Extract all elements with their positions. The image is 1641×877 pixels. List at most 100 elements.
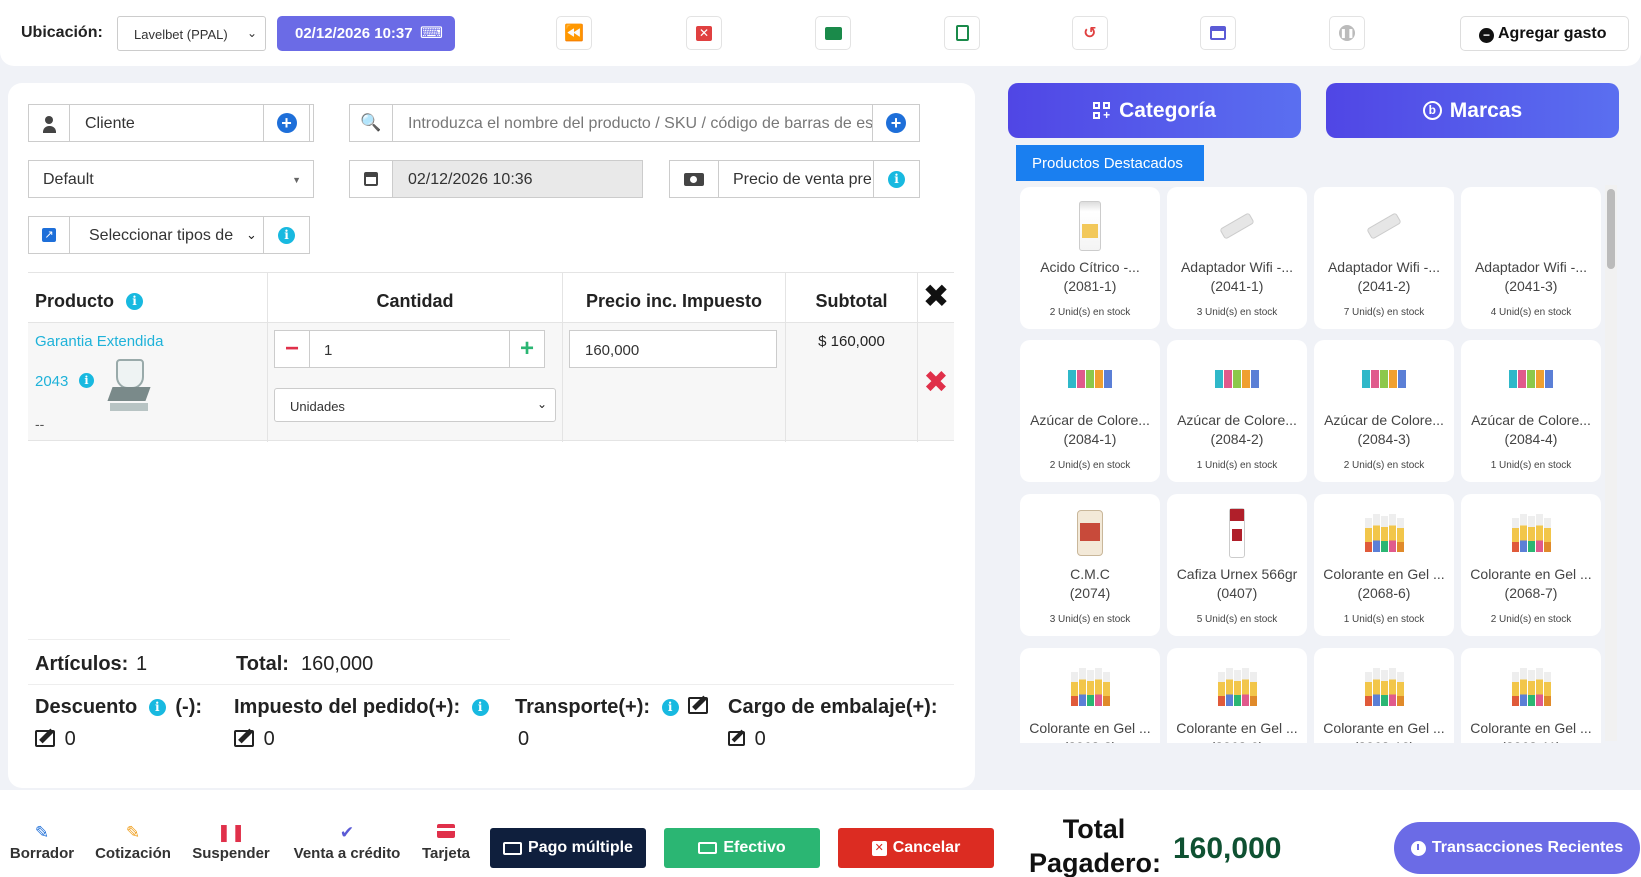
product-column-header: Producto i	[28, 273, 268, 323]
edit-icon[interactable]	[688, 695, 709, 714]
unit-select[interactable]: Unidades ⌄	[274, 388, 556, 422]
product-card-name: Colorante en Gel ...	[1470, 566, 1592, 582]
cancel-button[interactable]: ✕ Cancelar	[838, 828, 994, 868]
suspend-button[interactable]: ❚❚ Suspender	[188, 823, 274, 862]
product-card[interactable]: Adaptador Wifi -... (2041-3) 4 Unid(s) en …	[1461, 187, 1601, 329]
discount-label: Descuento i (-):	[35, 696, 202, 719]
product-card[interactable]: Azúcar de Colore... (2084-4) 1 Unid(s) en …	[1461, 340, 1601, 482]
product-card-code: (2074)	[1069, 585, 1111, 601]
product-card[interactable]: C.M.C (2074) 3 Unid(s) en stock	[1020, 494, 1160, 636]
product-name-link[interactable]: Garantia Extendida	[35, 333, 163, 350]
plus-circle-icon: +	[886, 113, 906, 133]
info-icon[interactable]: i	[471, 699, 489, 716]
info-icon[interactable]: i	[126, 293, 144, 310]
packing-charge-value: 0	[754, 728, 766, 750]
unit-price-input[interactable]: 160,000	[569, 330, 777, 368]
product-image	[1167, 658, 1307, 716]
product-card[interactable]: Colorante en Gel ... (2068-10)	[1314, 648, 1454, 743]
product-grid-scrollbar[interactable]	[1605, 185, 1617, 741]
total-value: 160,000	[301, 653, 374, 675]
datetime-button[interactable]: 02/12/2026 10:37 ⌨	[277, 16, 455, 51]
credit-sale-button[interactable]: ✔ Venta a crédito	[287, 823, 407, 862]
location-select[interactable]: Lavelbet (PPAL) ⌄	[117, 16, 266, 51]
product-card-name: Azúcar de Colore...	[1471, 412, 1591, 428]
close-register-button[interactable]: ✕	[686, 16, 722, 50]
edit-icon	[35, 728, 55, 747]
product-card-name: C.M.C	[1070, 566, 1110, 582]
selling-price-info-button[interactable]: i	[873, 160, 920, 198]
price-group-select[interactable]: Default ▼	[28, 160, 314, 198]
info-icon[interactable]: i	[661, 699, 679, 716]
top-bar: Ubicación: Lavelbet (PPAL) ⌄ 02/12/2026 …	[0, 0, 1641, 66]
add-expense-button[interactable]: − Agregar gasto	[1460, 16, 1629, 51]
product-card-stock: 3 Unid(s) en stock	[1196, 307, 1278, 318]
money-bill-icon	[698, 842, 718, 854]
info-icon[interactable]: i	[79, 373, 94, 388]
product-card[interactable]: Colorante en Gel ... (2068-7) 2 Unid(s) en…	[1461, 494, 1601, 636]
quantity-input[interactable]: 1	[309, 330, 510, 368]
calculator-button[interactable]	[944, 16, 980, 50]
product-note: --	[35, 416, 45, 432]
draft-button[interactable]: ✎ Borrador	[8, 823, 76, 862]
product-cell: Garantia Extendida 2043 i --	[28, 323, 268, 442]
product-card-name: Adaptador Wifi -...	[1474, 259, 1588, 275]
location-label: Ubicación:	[21, 24, 103, 41]
rewind-button[interactable]: ⏪	[556, 16, 592, 50]
product-card[interactable]: Adaptador Wifi -... (2041-2) 7 Unid(s) en …	[1314, 187, 1454, 329]
product-card[interactable]: Azúcar de Colore... (2084-2) 1 Unid(s) en …	[1167, 340, 1307, 482]
category-tab[interactable]: + Categoría	[1008, 83, 1301, 138]
credit-card-icon	[418, 823, 474, 843]
brands-tab[interactable]: b Marcas	[1326, 83, 1619, 138]
multiple-payment-button[interactable]: Pago múltiple	[490, 828, 646, 868]
product-card[interactable]: Colorante en Gel ... (2068-8)	[1020, 648, 1160, 743]
order-tax-edit[interactable]: 0	[234, 728, 275, 751]
recent-transactions-button[interactable]: Transacciones Recientes	[1394, 822, 1640, 874]
product-card[interactable]: Colorante en Gel ... (2068-6) 1 Unid(s) en…	[1314, 494, 1454, 636]
window-icon	[1210, 26, 1226, 40]
product-card-name: Colorante en Gel ...	[1176, 720, 1298, 736]
product-card[interactable]: Azúcar de Colore... (2084-1) 2 Unid(s) en …	[1020, 340, 1160, 482]
featured-products-tab[interactable]: Productos Destacados	[1016, 145, 1204, 181]
remove-column-x-icon: ✖	[922, 278, 950, 314]
cash-button[interactable]: Efectivo	[664, 828, 820, 868]
grid-plus-icon: +	[1093, 101, 1111, 121]
brand-b-icon: b	[1422, 101, 1442, 120]
quotation-button[interactable]: ✎ Cotización	[92, 823, 174, 862]
scrollbar-thumb[interactable]	[1607, 189, 1615, 269]
service-types-info-button[interactable]: i	[263, 216, 310, 254]
product-card[interactable]: Acido Cítrico -... (2081-1) 2 Unid(s) en s…	[1020, 187, 1160, 329]
add-customer-button[interactable]: +	[263, 104, 310, 142]
card-button[interactable]: Tarjeta	[418, 823, 474, 862]
fullscreen-button[interactable]	[1200, 16, 1236, 50]
product-card[interactable]: Colorante en Gel ... (2068-11)	[1461, 648, 1601, 743]
product-image	[1314, 504, 1454, 562]
packing-charge-edit[interactable]: 0	[728, 728, 766, 751]
add-product-button[interactable]: +	[872, 104, 920, 142]
card-label: Tarjeta	[421, 845, 471, 862]
increase-quantity-button[interactable]: +	[509, 330, 545, 368]
plus-circle-icon: +	[276, 113, 297, 133]
product-card[interactable]: Azúcar de Colore... (2084-3) 2 Unid(s) en …	[1314, 340, 1454, 482]
product-code-link[interactable]: 2043	[35, 373, 68, 390]
product-card-name: Azúcar de Colore...	[1030, 412, 1150, 428]
product-card[interactable]: Colorante en Gel ... (2068-9)	[1167, 648, 1307, 743]
product-image	[1461, 658, 1601, 716]
product-card-stock: 4 Unid(s) en stock	[1490, 307, 1572, 318]
remove-row-x-icon[interactable]: ✖	[918, 323, 954, 400]
discount-suffix: (-):	[175, 696, 203, 718]
product-card[interactable]: Adaptador Wifi -... (2041-1) 3 Unid(s) en …	[1167, 187, 1307, 329]
product-search-field[interactable]: 🔍 Introduzca el nombre del producto / SK…	[349, 104, 914, 142]
register-details-button[interactable]	[815, 16, 851, 50]
transaction-date-field[interactable]: 02/12/2026 10:36	[349, 160, 643, 198]
product-search-input[interactable]: Introduzca el nombre del producto / SKU …	[408, 115, 888, 133]
suspend-label: Suspender	[192, 845, 270, 862]
product-card[interactable]: Cafiza Urnex 566gr (0407) 5 Unid(s) en sto…	[1167, 494, 1307, 636]
undo-button[interactable]: ↺	[1072, 16, 1108, 50]
pause-button[interactable]: ❚❚	[1329, 16, 1365, 50]
discount-edit[interactable]: 0	[35, 728, 76, 751]
info-icon: i	[888, 170, 905, 188]
product-card-code: (2084-4)	[1504, 431, 1558, 447]
info-icon[interactable]: i	[148, 699, 166, 716]
product-image	[1020, 350, 1160, 408]
decrease-quantity-button[interactable]: −	[274, 330, 310, 368]
